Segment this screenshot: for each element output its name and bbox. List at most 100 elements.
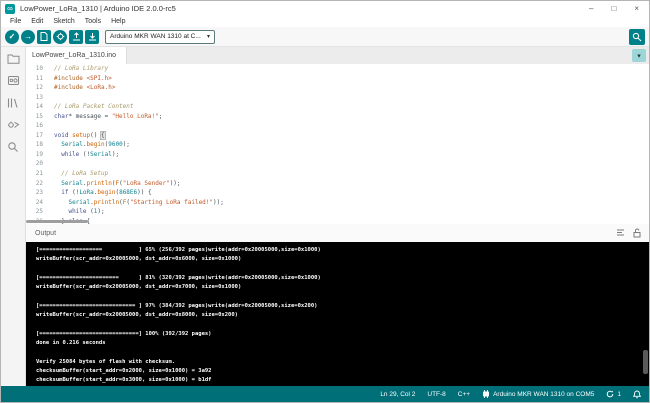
debug-bug-icon — [7, 119, 20, 130]
code-line: 16 — [26, 121, 649, 131]
line-number: 21 — [26, 169, 54, 179]
code-line: 10// LoRa Library — [26, 64, 649, 74]
debug-button[interactable] — [53, 30, 67, 44]
upload-button[interactable]: → — [21, 30, 35, 44]
status-bar: Ln 29, Col 2 UTF-8 C++ Arduino MKR WAN 1… — [1, 386, 649, 402]
menu-edit[interactable]: Edit — [26, 18, 48, 25]
menu-file[interactable]: File — [5, 18, 26, 25]
menu-help[interactable]: Help — [106, 18, 130, 25]
arrow-up-tray-icon — [72, 32, 81, 41]
line-number: 11 — [26, 74, 54, 84]
output-panel-title: Output — [35, 230, 56, 237]
line-code: #include <LoRa.h> — [54, 83, 115, 93]
console-line: checksumBuffer(start_addr=0x3000, size=0… — [36, 376, 649, 385]
language-indicator: C++ — [458, 391, 470, 398]
line-number: 13 — [26, 93, 54, 103]
sidebar-item-sketchbook[interactable] — [6, 51, 21, 66]
tab-options-button[interactable]: ▾ — [632, 49, 646, 62]
code-line: 21 // LoRa Setup — [26, 169, 649, 179]
sync-count: 1 — [617, 391, 621, 398]
activity-bar — [1, 47, 26, 386]
new-sketch-button[interactable] — [37, 30, 51, 44]
scroll-lock-button[interactable] — [633, 228, 641, 238]
console-line: [=================== ] 65% (256/392 page… — [36, 246, 649, 255]
line-number: 19 — [26, 150, 54, 160]
code-line: 25 while (1); — [26, 207, 649, 217]
bell-icon — [633, 390, 641, 399]
console-line — [36, 292, 649, 301]
console-line — [36, 265, 649, 274]
cursor-position-indicator[interactable]: Ln 29, Col 2 — [380, 391, 415, 398]
magnifier-icon — [632, 32, 642, 42]
board-selector-label: Arduino MKR WAN 1310 at C... — [110, 33, 201, 40]
code-line: 19 while (!Serial); — [26, 150, 649, 160]
line-number: 22 — [26, 179, 54, 189]
encoding-indicator[interactable]: UTF-8 — [427, 391, 445, 398]
tab-lowpower-lora-1310[interactable]: LowPower_LoRa_1310.ino — [26, 47, 127, 64]
sync-indicator[interactable]: 1 — [606, 390, 621, 398]
line-number: 18 — [26, 140, 54, 150]
verify-button[interactable]: ✓ — [5, 30, 19, 44]
board-selector-dropdown[interactable]: Arduino MKR WAN 1310 at C... ▾ — [105, 30, 215, 44]
code-line: 14// LoRa Packet Content — [26, 102, 649, 112]
maximize-button[interactable]: □ — [611, 1, 616, 16]
console-line: [==============================] 100% (3… — [36, 330, 649, 339]
line-number: 12 — [26, 83, 54, 93]
code-line: 17void setup() { — [26, 131, 649, 141]
search-icon — [7, 141, 19, 153]
code-editor[interactable]: 10// LoRa Library11#include <SPI.h>12#in… — [26, 64, 649, 224]
output-console: [=================== ] 65% (256/392 page… — [26, 242, 649, 386]
board-port-indicator[interactable]: Arduino MKR WAN 1310 on COM5 — [482, 390, 594, 398]
console-line: [============================= ] 97% (38… — [36, 302, 649, 311]
console-line: writeBuffer(scr_addr=0x20005000, dst_add… — [36, 311, 649, 320]
minimize-button[interactable]: – — [589, 1, 593, 16]
save-button[interactable] — [85, 30, 99, 44]
chevron-down-icon: ▾ — [207, 33, 210, 40]
notifications-button[interactable] — [633, 390, 641, 399]
code-line: 24 Serial.println(F("Starting LoRa faile… — [26, 198, 649, 208]
line-number: 23 — [26, 188, 54, 198]
code-line: 15char* message = "Hello LoRa!"; — [26, 112, 649, 122]
line-code: Serial.println(F("Starting LoRa failed!"… — [54, 198, 224, 208]
code-line: 13 — [26, 93, 649, 103]
close-button[interactable]: × — [634, 1, 639, 16]
board-port-label: Arduino MKR WAN 1310 on COM5 — [493, 391, 594, 398]
output-panel-header: Output — [26, 224, 649, 242]
sidebar-item-search[interactable] — [6, 139, 21, 154]
tab-label: LowPower_LoRa_1310.ino — [32, 52, 116, 59]
open-button[interactable] — [69, 30, 83, 44]
main-area: LowPower_LoRa_1310.ino ▾ 10// LoRa Libra… — [1, 47, 649, 386]
title-bar: ∞ LowPower_LoRa_1310 | Arduino IDE 2.0.0… — [1, 1, 649, 16]
clear-output-button[interactable] — [616, 228, 625, 238]
code-line: 22 Serial.println(F("LoRa Sender")); — [26, 179, 649, 189]
line-code: #include <SPI.h> — [54, 74, 112, 84]
line-code: while (1); — [54, 207, 105, 217]
sidebar-item-debug[interactable] — [6, 117, 21, 132]
toolbar: ✓ → Arduino MKR WAN 1310 at C... ▾ — [1, 27, 649, 47]
serial-monitor-button[interactable] — [629, 29, 645, 45]
folder-icon — [7, 53, 20, 64]
code-line: 12#include <LoRa.h> — [26, 83, 649, 93]
arrow-down-tray-icon — [88, 32, 97, 41]
bug-icon — [56, 32, 65, 41]
line-code: // LoRa Library — [54, 64, 108, 74]
code-line: 20 — [26, 159, 649, 169]
editor-horizontal-scrollbar[interactable] — [26, 220, 88, 223]
console-line: checksumBuffer(start_addr=0x2000, size=0… — [36, 367, 649, 376]
sync-refresh-icon — [606, 390, 614, 398]
arduino-ide-window: ∞ LowPower_LoRa_1310 | Arduino IDE 2.0.0… — [0, 0, 650, 403]
menu-tools[interactable]: Tools — [80, 18, 106, 25]
sidebar-item-boards-manager[interactable] — [6, 73, 21, 88]
line-code: char* message = "Hello LoRa!"; — [54, 112, 162, 122]
line-code: if (!LoRa.begin(868E6)) { — [54, 188, 152, 198]
books-icon — [7, 97, 19, 109]
console-line: writeBuffer(scr_addr=0x20005000, dst_add… — [36, 255, 649, 264]
sidebar-item-library-manager[interactable] — [6, 95, 21, 110]
menu-bar: FileEditSketchToolsHelp — [1, 16, 649, 27]
line-number: 15 — [26, 112, 54, 122]
code-line: 23 if (!LoRa.begin(868E6)) { — [26, 188, 649, 198]
line-number: 14 — [26, 102, 54, 112]
content-area: LowPower_LoRa_1310.ino ▾ 10// LoRa Libra… — [26, 47, 649, 386]
menu-sketch[interactable]: Sketch — [48, 18, 79, 25]
output-vertical-scrollbar[interactable] — [643, 350, 648, 374]
